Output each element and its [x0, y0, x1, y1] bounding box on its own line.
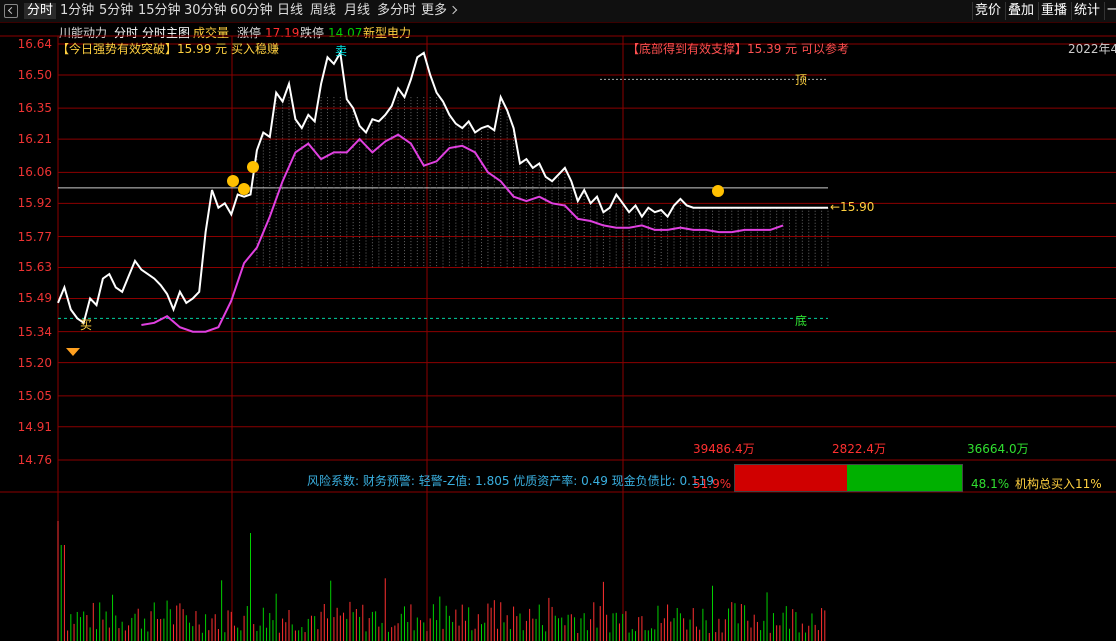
- buy-label: 买: [80, 318, 93, 332]
- y-axis-label: 16.35: [17, 101, 52, 116]
- sell-label: 卖: [335, 44, 348, 58]
- y-axis-label: 16.21: [17, 132, 52, 147]
- y-axis-label: 15.05: [17, 388, 52, 403]
- breakout-note: 【今日强势有效突破】15.99 元 买入稳赚: [57, 42, 279, 56]
- institution-buy: 机构总买入11%: [1015, 477, 1102, 491]
- diamond-icon: [66, 348, 80, 356]
- avg-price-band: [256, 97, 829, 268]
- volume-bars: [57, 521, 826, 641]
- price-marker: ←15.90: [830, 200, 875, 214]
- y-axis-label: 15.49: [17, 291, 52, 306]
- y-axis-label: 15.34: [17, 324, 52, 339]
- risk-text: 风险系数: 财务预警: 轻警-Z值: 1.805 优质资产率: 0.49 现金负…: [307, 474, 714, 488]
- y-axis-label: 15.77: [17, 229, 52, 244]
- y-axis-label: 16.50: [17, 67, 52, 82]
- flow-red-pct: 51.9%: [693, 477, 732, 491]
- flow-bar-red: [735, 465, 847, 491]
- smile-icon: [712, 185, 724, 197]
- flow-red-amount: 2822.4万: [832, 442, 886, 456]
- y-axis-label: 15.92: [17, 196, 52, 211]
- top-label: 顶: [795, 73, 808, 87]
- y-axis-label: 15.63: [17, 260, 52, 275]
- flow-bar: [734, 464, 963, 492]
- smile-icon: [227, 175, 239, 187]
- y-axis-label: 14.76: [17, 453, 52, 467]
- y-axis-label: 14.91: [17, 419, 52, 434]
- smile-icon: [247, 161, 259, 173]
- signal-markers: [66, 161, 724, 356]
- smile-icon: [238, 183, 250, 195]
- y-axis-label: 16.06: [17, 165, 52, 180]
- y-axis-label: 15.20: [17, 355, 52, 370]
- y-axis-label: 16.64: [17, 37, 52, 51]
- support-note: 【底部得到有效支撑】15.39 元 可以参考: [627, 42, 849, 56]
- flow-total: 39486.4万: [693, 442, 755, 456]
- flow-green-amount: 36664.0万: [967, 442, 1029, 456]
- flow-green-pct: 48.1%: [971, 477, 1010, 491]
- date-label: 2022年4: [1068, 42, 1116, 56]
- chart-grid: [0, 35, 1116, 641]
- intraday-chart: [0, 35, 1116, 641]
- bottom-label: 底: [795, 314, 808, 328]
